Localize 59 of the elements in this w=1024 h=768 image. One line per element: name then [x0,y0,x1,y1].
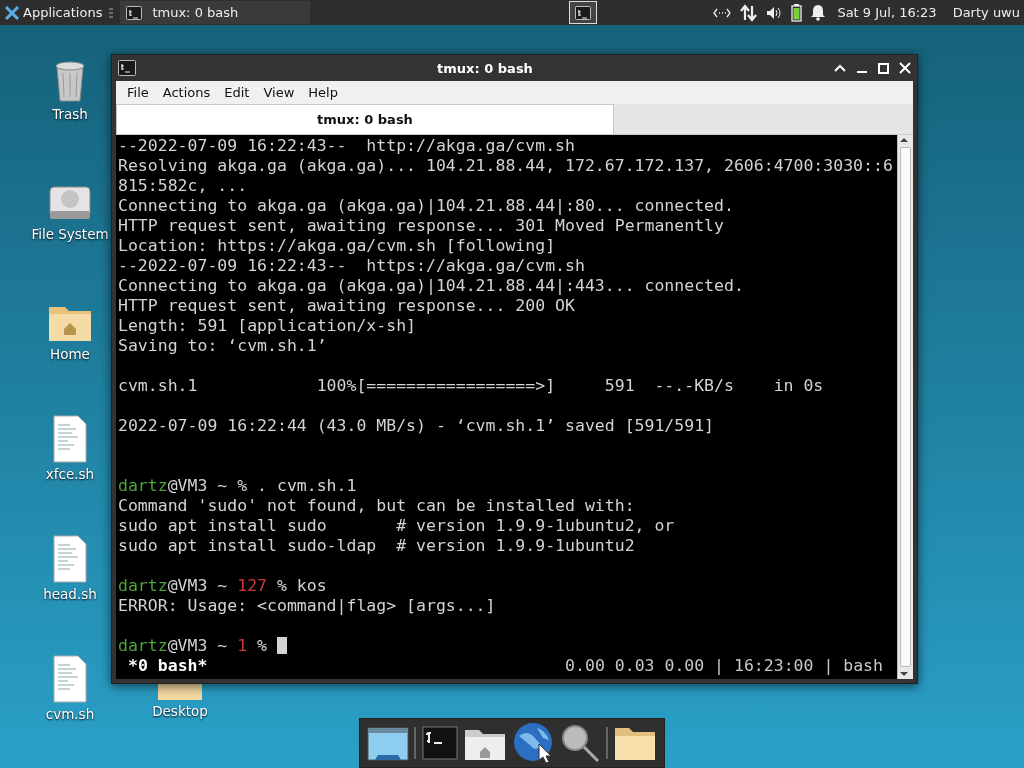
terminal-line: --2022-07-09 16:22:43-- http://akga.ga/cvm.sh [118,136,575,155]
desktop-icon-label[interactable]: Trash [52,106,88,122]
tab[interactable]: tmux: 0 bash [116,104,614,134]
menu-item[interactable]: Help [301,85,345,100]
terminal-line: Connecting to akga.ga (akga.ga)|104.21.88.44|:80... connected. [118,196,734,215]
tmux-status-info: 0.00 0.03 0.00 | 16:23:00 | bash [565,656,883,676]
maximize-icon[interactable] [878,62,889,74]
desktop-icon-label[interactable]: head.sh [43,586,97,602]
menu-item[interactable]: View [256,85,302,100]
terminal-line: ERROR: Usage: <command|flag> [args...] [118,596,496,615]
workspace-switcher[interactable] [569,1,598,24]
desktop-icon-label[interactable]: Home [50,346,90,362]
scroll-down-icon[interactable] [898,669,910,679]
terminal-icon[interactable] [118,60,136,76]
terminal-icon[interactable] [126,5,143,20]
terminal-icon[interactable] [575,5,592,20]
terminal-line: sudo apt install sudo # version 1.9.9-1ubuntu2, or [118,516,675,535]
terminal-line: cvm.sh.1 100%[=================>] 591 --.-KB/s in 0s [118,376,824,395]
transfer-arrows-icon[interactable] [740,3,758,22]
terminal-line: HTTP request sent, awaiting response... 301 Moved Permanently [118,216,724,235]
terminal-line: HTTP request sent, awaiting response... 200 OK [118,296,575,315]
document-icon[interactable] [50,415,90,463]
notification-bell-icon[interactable] [811,4,826,21]
menu-item[interactable]: Actions [155,85,218,100]
separator-icon [108,6,115,19]
menu-item[interactable]: File [120,85,156,100]
terminal-line: --2022-07-09 16:22:43-- https://akga.ga/cvm.sh [118,256,585,275]
clock[interactable]: Sat 9 Jul, 16:23 [837,5,937,20]
terminal-line: Connecting to akga.ga (akga.ga)|104.21.88.44|:443... connected. [118,276,744,295]
search-icon[interactable] [560,723,601,763]
document-icon[interactable] [50,655,90,703]
terminal-line: Saving to: ‘cvm.sh.1’ [118,336,327,355]
terminal-line: dartz@VM3 ~ 127 % kos [118,576,327,595]
close-icon[interactable] [899,62,911,74]
globe-icon[interactable] [512,722,555,764]
desktop-icon[interactable] [366,724,409,762]
terminal-line: Command 'sudo' not found, but can be installed with: [118,496,635,515]
taskbar-button[interactable]: tmux: 0 bash [120,1,311,24]
terminal-line: Location: https://akga.ga/cvm.sh [following] [118,236,556,255]
terminal-line: 2022-07-09 16:22:44 (43.0 MB/s) - ‘cvm.sh.1’ saved [591/591] [118,416,715,435]
tmux-window-label: *0 bash* [128,656,208,676]
terminal-line: Resolving akga.ga (akga.ga)... 104.21.88.44, 172.67.172.137, 2606:4700:3030::6 [118,156,893,175]
scrollbar-thumb[interactable] [900,147,911,667]
terminal-line: dartz@VM3 ~ % . cvm.sh.1 [118,476,357,495]
user-name[interactable]: Darty uwu [952,5,1020,20]
terminal-line: dartz@VM3 ~ 1 % [118,636,269,655]
applications-menu[interactable]: Applications [4,4,103,21]
scrollbar[interactable] [897,135,913,679]
terminal-line: sudo apt install sudo-ldap # version 1.9.9-1ubuntu2 [118,536,635,555]
window-title: tmux: 0 bash [436,60,534,76]
battery-icon[interactable] [791,3,803,22]
document-icon[interactable] [50,535,90,583]
xfce-logo-icon [4,4,20,21]
terminal-icon[interactable] [421,726,458,760]
terminal-line: Length: 591 [application/x-sh] [118,316,416,335]
desktop-icon-label[interactable]: xfce.sh [45,466,95,482]
menu-item[interactable]: Edit [217,85,257,100]
desktop-icon-label[interactable]: File System [31,226,109,242]
terminal-line: 815:582c, ... [118,176,248,195]
